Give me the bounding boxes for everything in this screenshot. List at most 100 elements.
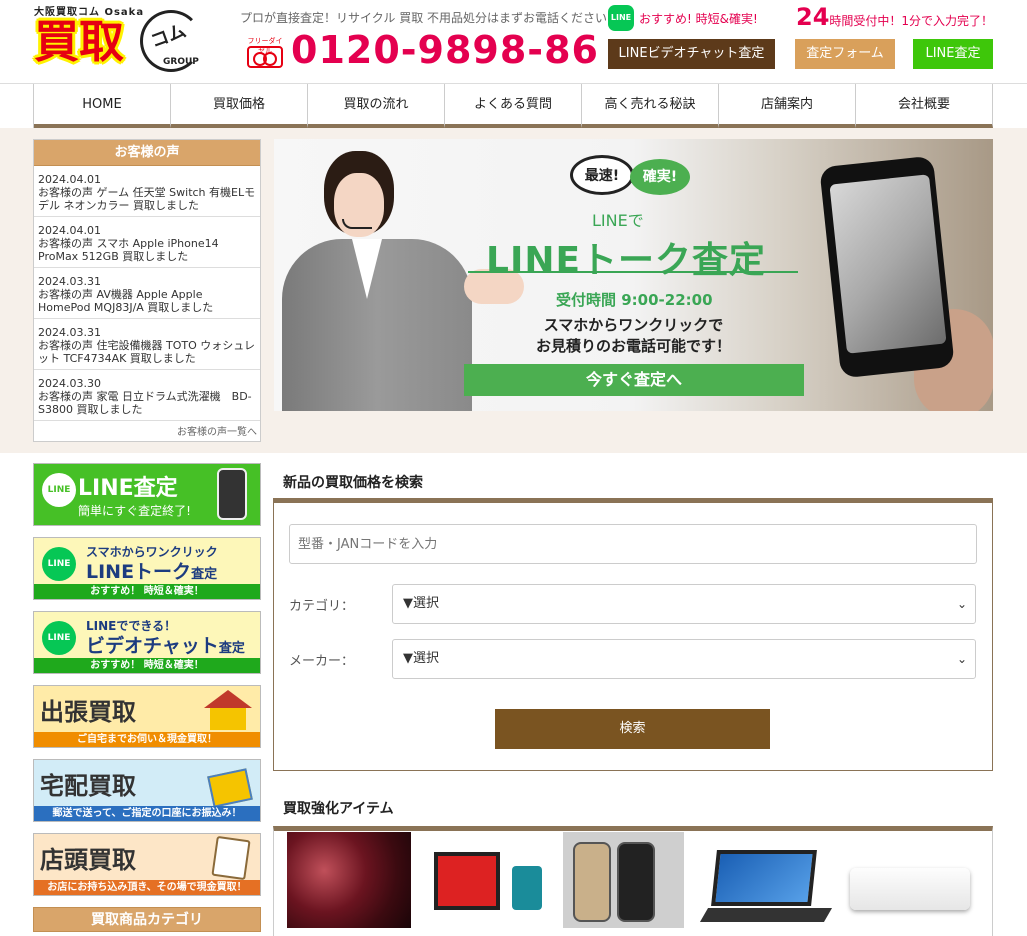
sidebar-line-talk[interactable]: LINE スマホからワンクリック LINEトーク査定 おすすめ！ 時短＆確実！ [33,537,261,600]
maker-select-value: ▼選択 [403,651,439,666]
category-select[interactable]: ▼選択 ⌄ [392,584,976,624]
sidebar-line-title: LINE査定 [78,476,178,501]
hours-number: 24 [796,3,830,31]
headset-icon [342,219,372,229]
featured-items-title: 買取強化アイテム [283,801,394,817]
smartphone-icon [217,468,247,520]
category-label: カテゴリ： [289,599,355,614]
nav-tips[interactable]: 高く売れる秘訣 [582,84,719,128]
featured-item-power-tools[interactable] [426,832,546,928]
air-conditioner-image [850,868,970,910]
voice-date: 2024.03.31 [38,275,101,288]
voice-text[interactable]: お客様の声 家電 日立ドラム式洗濯機 BD-S3800 買取しました [38,390,252,416]
maker-label: メーカー： [289,654,355,669]
sidebar-shutcho-title: 出張買取 [40,698,136,726]
voice-date: 2024.03.30 [38,377,101,390]
laptop-screen-image [711,850,817,906]
operator-body-image [282,239,472,411]
nav-flow[interactable]: 買取の流れ [308,84,445,128]
chevron-down-icon: ⌄ [956,597,967,611]
clipboard-icon [211,835,251,881]
voice-text[interactable]: お客様の声 住宅設備機器 TOTO ウォシュレット TCF4734AK 買取しま… [38,339,255,365]
sidebar-takuhai-kaitori[interactable]: 宅配買取 郵送で送って、ご指定の口座にお振込み！ [33,759,261,822]
drill-image [512,866,542,910]
house-icon [204,690,252,730]
voice-item[interactable]: 2024.03.31 お客様の声 AV機器 Apple Apple HomePod… [34,268,260,319]
sidebar-takuhai-strip: 郵送で送って、ご指定の口座にお振込み！ [34,806,260,821]
sidebar-shutcho-kaitori[interactable]: 出張買取 ご自宅までお伺い＆現金買取！ [33,685,261,748]
chevron-down-icon: ⌄ [956,652,967,666]
sidebar-shutcho-strip: ご自宅までお伺い＆現金買取！ [34,732,260,747]
iphone-image [573,842,611,922]
category-select-value: ▼選択 [403,596,439,611]
line-recommend-text: おすすめ! 時短&確実! [639,12,758,26]
sidebar-takuhai-title: 宅配買取 [40,772,136,800]
hours-text: 24時間受付中！1分で入力完了！ [796,3,993,31]
nav-home[interactable]: HOME [34,84,171,128]
jan-code-input[interactable] [289,524,977,564]
sidebar-tento-strip: お店にお持ち込み頂き、その場で現金買取！ [34,880,260,895]
sidebar-talk-suffix: 査定 [191,567,218,582]
logo-group: GROUP [163,57,199,67]
featured-item-mineral[interactable] [287,832,411,928]
nav-stores[interactable]: 店舗案内 [719,84,856,128]
banner-line-de: LINEで [592,211,644,230]
package-icon [207,768,253,808]
sidebar-video-strip: おすすめ！ 時短＆確実！ [34,658,260,673]
voice-more-link[interactable]: お客様の声一覧へ [177,423,257,438]
voice-item[interactable]: 2024.03.31 お客様の声 住宅設備機器 TOTO ウォシュレット TCF4… [34,319,260,370]
voice-text[interactable]: お客様の声 ゲーム 任天堂 Switch 有機ELモデル ネオンカラー 買取しま… [38,186,255,212]
sidebar-tento-kaitori[interactable]: 店頭買取 お店にお持ち込み頂き、その場で現金買取！ [33,833,261,896]
sidebar-video-chat[interactable]: LINE LINEでできる！ ビデオチャット査定 おすすめ！ 時短＆確実！ [33,611,261,674]
sidebar-talk-strip: おすすめ！ 時短＆確実！ [34,584,260,599]
nav-faq[interactable]: よくある質問 [445,84,582,128]
laptop-base-image [699,908,833,922]
banner-cta-button[interactable]: 今すぐ査定へ [464,364,804,396]
sidebar-talk-big-main: LINEトーク [86,561,192,583]
sidebar-tento-title: 店頭買取 [40,846,136,874]
featured-item-laptop[interactable] [699,832,833,928]
banner-title: LINEトーク査定 [486,240,767,281]
banner-description: スマホからワンクリックで お見積りのお電話可能です！ [536,315,731,357]
search-button[interactable]: 検索 [495,709,770,749]
sidebar-video-big: ビデオチャット査定 [86,631,245,658]
bubble-sure: 確実! [630,159,690,195]
voice-date: 2024.03.31 [38,326,101,339]
phone-number[interactable]: 0120-9898-86 [291,28,599,72]
logo-main[interactable]: 買取 [34,14,138,70]
banner-desc-line1: スマホからワンクリックで [543,316,724,334]
featured-item-aircon[interactable] [846,832,972,928]
sidebar-video-suffix: 査定 [218,641,245,656]
iphone-image [617,842,655,922]
sidebar-category-heading: 買取商品カテゴリ [33,907,261,932]
voice-item[interactable]: 2024.03.30 お客様の声 家電 日立ドラム式洗濯機 BD-S3800 買取… [34,370,260,421]
bubble-fastest: 最速! [570,155,634,195]
voice-item[interactable]: 2024.04.01 お客様の声 スマホ Apple iPhone14 ProMa… [34,217,260,268]
global-nav: HOME 買取価格 買取の流れ よくある質問 高く売れる秘訣 店舗案内 会社概要 [33,84,993,128]
line-icon: LINE [42,547,76,581]
voice-date: 2024.04.01 [38,224,101,237]
line-appraisal-button[interactable]: LINE査定 [913,39,993,69]
generator-image [434,852,500,910]
line-talk-banner[interactable]: 最速! 確実! LINEで LINEトーク査定 受付時間 9:00-22:00 … [274,139,993,411]
customer-voice-title: お客様の声 [34,140,260,166]
site-header: 大阪買取コム Osaka 買取 コム GROUP プロが直接査定！リサイクル 買… [0,0,1027,84]
hours-caption: 時間受付中！1分で入力完了！ [829,14,994,28]
voice-text[interactable]: お客様の声 AV機器 Apple Apple HomePod MQJ83J/A … [38,288,213,314]
appraisal-form-button[interactable]: 査定フォーム [795,39,895,69]
maker-select[interactable]: ▼選択 ⌄ [392,639,976,679]
line-icon: LINE [42,621,76,655]
nav-prices[interactable]: 買取価格 [171,84,308,128]
smartphone-screen-image [829,174,947,354]
voice-text[interactable]: お客様の声 スマホ Apple iPhone14 ProMax 512GB 買取… [38,237,219,263]
featured-item-iphone[interactable] [563,832,684,928]
line-video-chat-button[interactable]: LINEビデオチャット査定 [608,39,775,69]
search-section-title: 新品の買取価格を検索 [283,475,423,491]
sidebar-video-big-main: ビデオチャット [86,635,219,657]
sidebar-line-appraisal[interactable]: LINE LINE査定 簡単にすぐ査定終了! [33,463,261,526]
customer-voice-box: お客様の声 2024.04.01 お客様の声 ゲーム 任天堂 Switch 有機E… [33,139,261,442]
nav-company[interactable]: 会社概要 [856,84,993,128]
freedial-icon: フリーダイヤル [245,36,285,68]
sidebar-talk-big: LINEトーク査定 [86,557,217,584]
voice-item[interactable]: 2024.04.01 お客様の声 ゲーム 任天堂 Switch 有機ELモデル ネ… [34,166,260,217]
